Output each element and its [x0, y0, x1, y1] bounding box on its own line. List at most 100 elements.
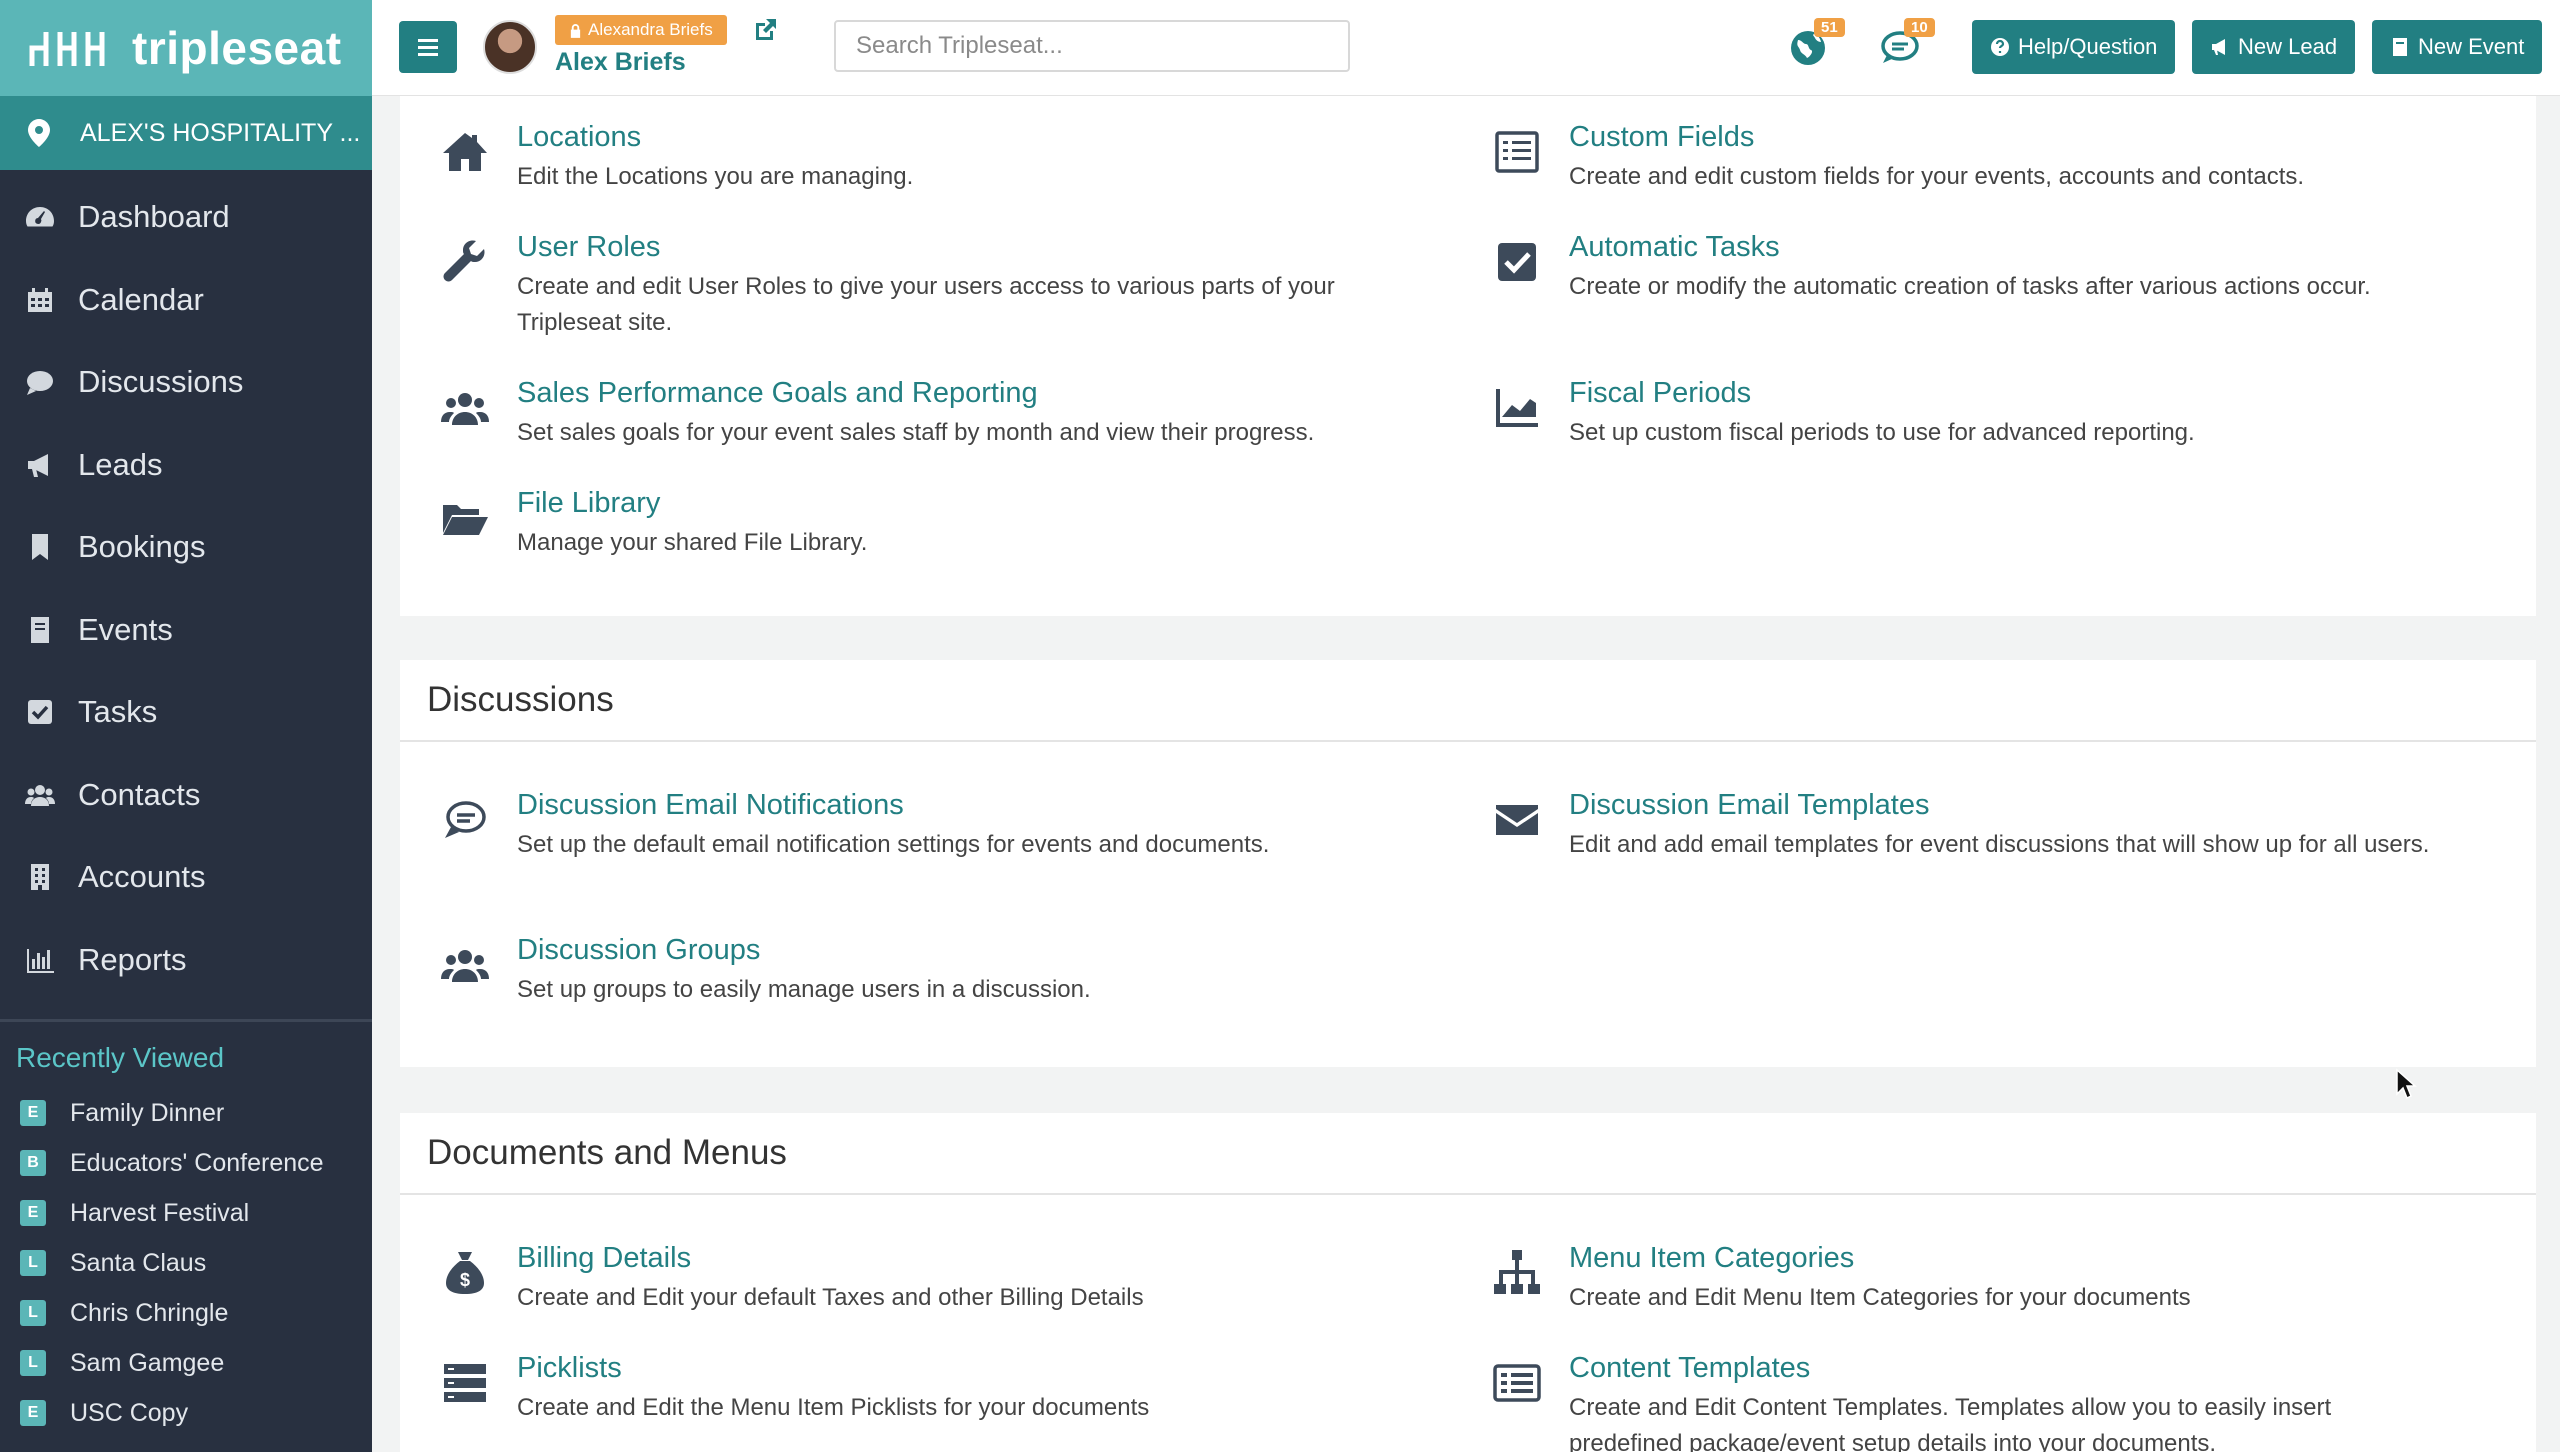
bar-chart-icon	[27, 948, 54, 973]
nav-dashboard[interactable]: Dashboard	[0, 176, 372, 259]
recent-item-label: USC Copy	[70, 1398, 189, 1427]
setting-description: Create and Edit your default Taxes and o…	[517, 1284, 1144, 1311]
nav-label: Accounts	[78, 859, 206, 895]
setting-description: Create or modify the automatic creation …	[1569, 273, 2371, 300]
nav-label: Contacts	[78, 776, 201, 812]
nav-label: Leads	[78, 446, 163, 482]
nav-calendar[interactable]: Calendar	[0, 259, 372, 342]
hamburger-icon	[418, 45, 438, 49]
map-pin-icon	[28, 119, 50, 147]
setting-description: Edit and add email templates for event d…	[1569, 831, 2430, 858]
notification-count: 10	[1904, 18, 1935, 37]
setting-title[interactable]: User Roles	[517, 231, 660, 264]
bookmark-icon	[32, 534, 48, 561]
nav-events[interactable]: Events	[0, 589, 372, 672]
impersonation-tag: Alexandra Briefs	[555, 15, 727, 45]
recently-viewed-title: Recently Viewed	[16, 1042, 225, 1073]
setting-title[interactable]: Locations	[517, 121, 641, 154]
recent-item[interactable]: E Harvest Festival	[0, 1188, 372, 1238]
setting-title[interactable]: Discussion Groups	[517, 934, 760, 967]
setting-description: Create and Edit the Menu Item Picklists …	[517, 1394, 1150, 1421]
nav-label: Events	[78, 611, 173, 647]
message-notifications[interactable]: 10	[1878, 18, 1935, 68]
nav-discussions[interactable]: Discussions	[0, 341, 372, 424]
help-question-button[interactable]: Help/Question	[1972, 20, 2176, 74]
mouse-cursor-icon	[2396, 1068, 2417, 1100]
sidebar: tripleseat ALEX'S HOSPITALITY ... Dashbo…	[0, 0, 372, 1452]
setting-description: Set up groups to easily manage users in …	[517, 976, 1091, 1003]
type-badge: B	[20, 1150, 46, 1176]
venue-selector[interactable]: ALEX'S HOSPITALITY ...	[0, 96, 372, 170]
recent-item-label: Harvest Festival	[70, 1198, 250, 1227]
setting-title[interactable]: Billing Details	[517, 1242, 691, 1275]
type-badge: L	[20, 1250, 46, 1276]
recent-item[interactable]: E Family Dinner	[0, 1088, 372, 1138]
recent-item[interactable]: L Santa Claus	[0, 1238, 372, 1288]
new-lead-button[interactable]: New Lead	[2192, 20, 2356, 74]
calendar-icon	[28, 287, 52, 312]
recent-item-label: Family Dinner	[70, 1098, 225, 1127]
new-event-button[interactable]: New Event	[2372, 20, 2543, 74]
picklist-icon	[440, 1358, 490, 1408]
dashboard-icon	[26, 207, 54, 227]
external-link-icon[interactable]	[752, 17, 778, 43]
recent-item[interactable]: B Educators' Conference	[0, 1138, 372, 1188]
settings-panel-documents: Documents and Menus $ Billing Details Cr…	[400, 1113, 2536, 1452]
avatar[interactable]	[483, 20, 537, 74]
setting-description: Create and Edit Menu Item Categories for…	[1569, 1284, 2191, 1311]
recent-item[interactable]: E USC Copy	[0, 1388, 372, 1438]
setting-title[interactable]: Picklists	[517, 1352, 622, 1385]
setting-description: Set up the default email notification se…	[517, 831, 1270, 858]
setting-title[interactable]: Sales Performance Goals and Reporting	[517, 377, 1038, 410]
recent-item[interactable]: L Chris Chringle	[0, 1288, 372, 1338]
setting-title[interactable]: Content Templates	[1569, 1352, 1810, 1385]
setting-title[interactable]: Discussion Email Templates	[1569, 789, 1930, 822]
wrench-icon	[440, 237, 490, 287]
menu-toggle-button[interactable]	[399, 21, 457, 73]
brand-name: tripleseat	[132, 22, 342, 74]
checkbox-icon	[28, 700, 52, 725]
user-name[interactable]: Alex Briefs	[555, 48, 686, 77]
nav-contacts[interactable]: Contacts	[0, 754, 372, 837]
checkbox-icon	[1492, 237, 1542, 287]
users-icon	[25, 784, 55, 806]
book-icon	[31, 616, 49, 643]
type-badge: E	[20, 1200, 46, 1226]
nav-label: Reports	[78, 941, 187, 977]
money-bag-icon: $	[440, 1248, 490, 1298]
setting-title[interactable]: Menu Item Categories	[1569, 1242, 1854, 1275]
envelope-icon	[1492, 795, 1542, 845]
setting-description: Create and edit User Roles to give your …	[517, 273, 1335, 336]
button-label: Help/Question	[2018, 34, 2158, 59]
question-circle-icon	[1991, 38, 2009, 56]
setting-title[interactable]: Discussion Email Notifications	[517, 789, 904, 822]
nav-label: Bookings	[78, 529, 206, 565]
setting-description: Manage your shared File Library.	[517, 529, 868, 556]
search-input[interactable]	[834, 20, 1350, 72]
nav-label: Tasks	[78, 694, 158, 730]
setting-title[interactable]: File Library	[517, 487, 660, 520]
folder-open-icon	[440, 493, 490, 543]
setting-title[interactable]: Automatic Tasks	[1569, 231, 1780, 264]
recent-item-label: Chris Chringle	[70, 1298, 229, 1327]
globe-notifications[interactable]: 51	[1788, 18, 1845, 68]
brand-logo[interactable]: tripleseat	[0, 0, 372, 96]
nav-reports[interactable]: Reports	[0, 919, 372, 1002]
recent-item-label: Educators' Conference	[70, 1148, 324, 1177]
sitemap-icon	[1492, 1248, 1542, 1298]
tripleseat-logo-icon	[29, 32, 105, 66]
recent-item[interactable]: L Sam Gamgee	[0, 1338, 372, 1388]
nav-accounts[interactable]: Accounts	[0, 836, 372, 919]
nav-leads[interactable]: Leads	[0, 424, 372, 507]
book-icon	[2393, 38, 2407, 56]
type-badge: L	[20, 1350, 46, 1376]
nav-tasks[interactable]: Tasks	[0, 671, 372, 754]
recent-item-label: Santa Claus	[70, 1248, 207, 1277]
section-title: Documents and Menus	[400, 1113, 2536, 1195]
megaphone-icon	[2212, 39, 2225, 55]
setting-title[interactable]: Custom Fields	[1569, 121, 1754, 154]
type-badge: E	[20, 1100, 46, 1126]
nav-bookings[interactable]: Bookings	[0, 506, 372, 589]
setting-description: Set up custom fiscal periods to use for …	[1569, 419, 2195, 446]
setting-title[interactable]: Fiscal Periods	[1569, 377, 1751, 410]
